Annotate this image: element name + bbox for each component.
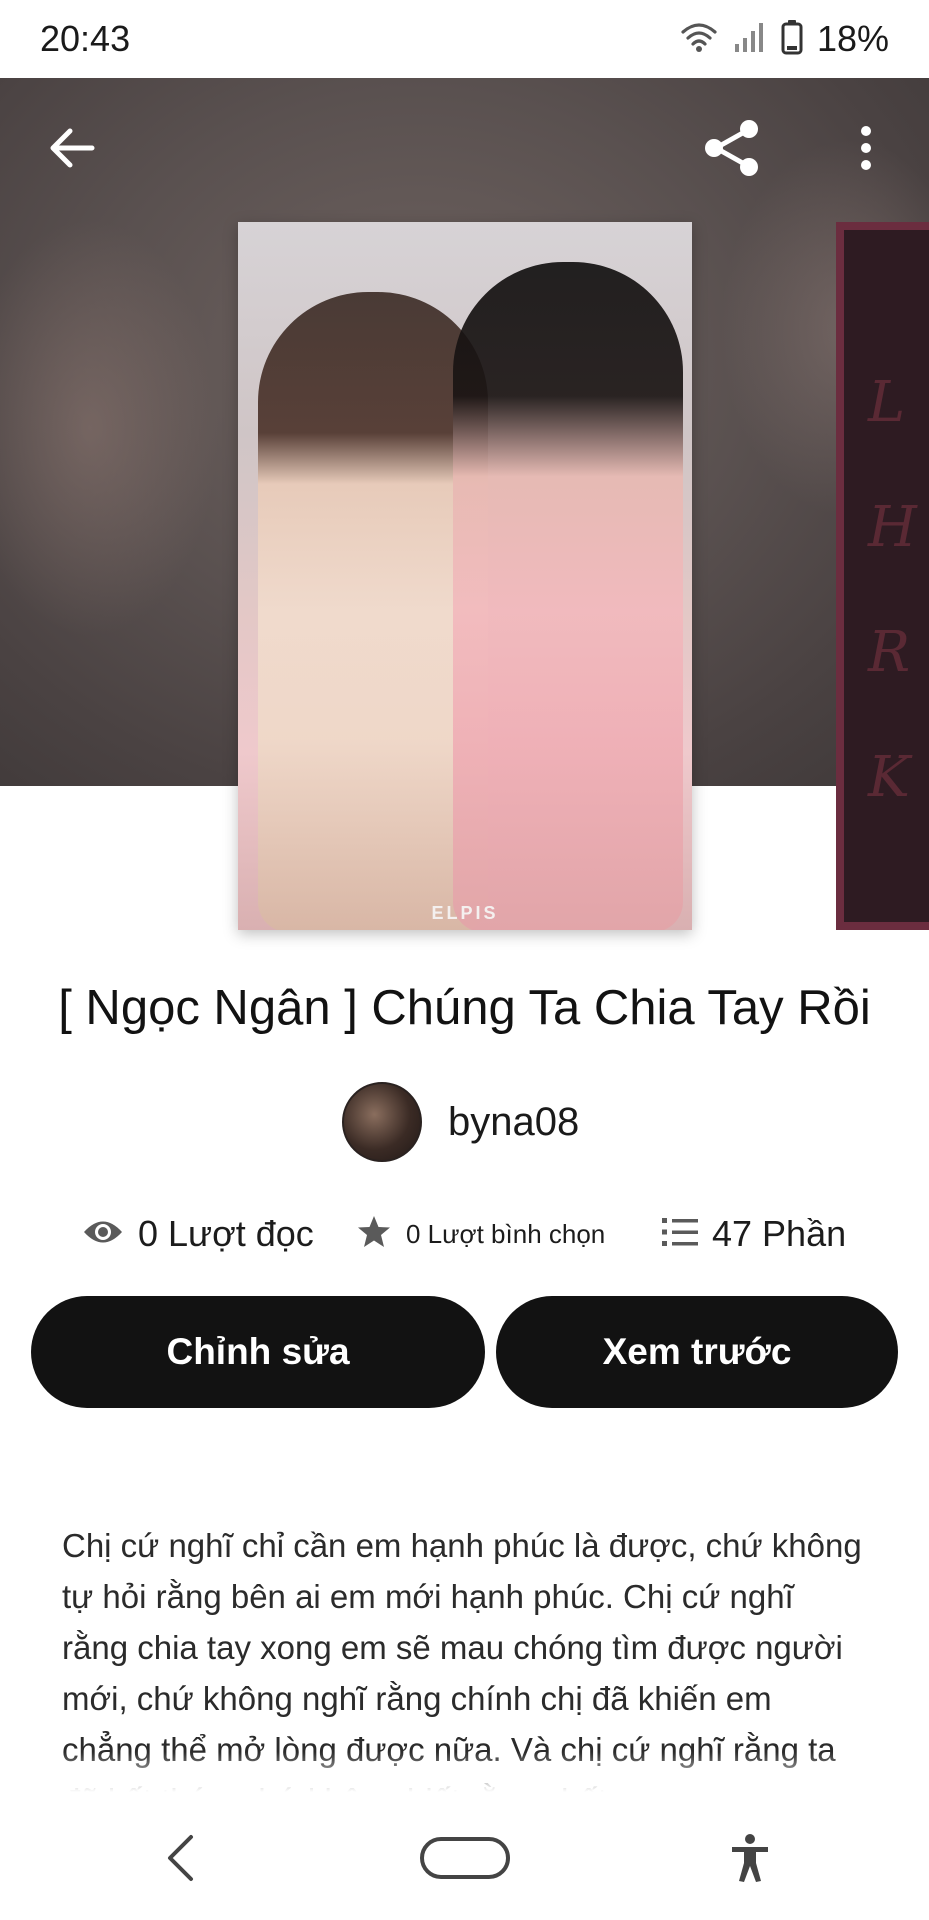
side-cover-letter: H xyxy=(868,495,917,560)
battery-percent: 18% xyxy=(816,18,889,59)
next-story-cover[interactable]: L H R K xyxy=(836,222,929,930)
votes-stat: 0 Lượt bình chọn xyxy=(356,1204,605,1264)
side-cover-letters: L H R K xyxy=(868,370,917,810)
reads-stat: 0 Lượt đọc xyxy=(82,1204,314,1264)
votes-count: 0 Lượt bình chọn xyxy=(406,1218,606,1249)
description-fade xyxy=(0,1752,929,1802)
home-pill-icon xyxy=(419,1836,511,1885)
story-stats: 0 Lượt đọc 0 Lượt bình chọn 47 Phần xyxy=(0,1204,929,1264)
preview-button[interactable]: Xem trước xyxy=(496,1296,898,1408)
side-cover-letter: K xyxy=(868,745,910,810)
parts-stat[interactable]: 47 Phần xyxy=(662,1204,846,1264)
author-link[interactable]: byna08 xyxy=(342,1082,579,1162)
share-button[interactable] xyxy=(692,110,772,190)
edit-button[interactable]: Chỉnh sửa xyxy=(31,1296,485,1408)
more-vertical-icon xyxy=(858,124,874,177)
star-icon xyxy=(356,1214,392,1255)
share-icon xyxy=(700,116,764,185)
author-name: byna08 xyxy=(448,1099,580,1144)
status-time: 20:43 xyxy=(40,18,131,59)
status-icons: 18% xyxy=(679,18,889,60)
chevron-left-icon xyxy=(165,1833,195,1888)
side-cover-letter: L xyxy=(868,370,906,435)
nav-accessibility-button[interactable] xyxy=(700,1820,800,1900)
more-options-button[interactable] xyxy=(826,110,906,190)
cover-watermark: ELPIS xyxy=(431,903,499,923)
nav-home-button[interactable] xyxy=(410,1820,520,1900)
signal-icon xyxy=(733,20,767,59)
list-icon xyxy=(662,1216,698,1253)
back-button[interactable] xyxy=(32,110,112,190)
arrow-left-icon xyxy=(48,126,96,175)
hero-blur-left xyxy=(0,218,220,638)
system-nav-bar xyxy=(0,1800,929,1920)
battery-icon xyxy=(781,19,803,60)
eye-icon xyxy=(82,1217,124,1252)
avatar xyxy=(342,1082,422,1162)
accessibility-icon xyxy=(728,1833,772,1888)
status-bar: 20:43 18% xyxy=(0,0,929,78)
story-title: [ Ngọc Ngân ] Chúng Ta Chia Tay Rồi xyxy=(58,981,871,1035)
parts-count: 47 Phần xyxy=(712,1213,847,1254)
side-cover-letter: R xyxy=(868,620,911,685)
cover-figure-right xyxy=(453,262,683,930)
wifi-icon xyxy=(679,19,719,60)
reads-count: 0 Lượt đọc xyxy=(138,1213,314,1254)
story-cover[interactable]: ELPIS xyxy=(238,222,692,930)
nav-back-button[interactable] xyxy=(130,1820,230,1900)
